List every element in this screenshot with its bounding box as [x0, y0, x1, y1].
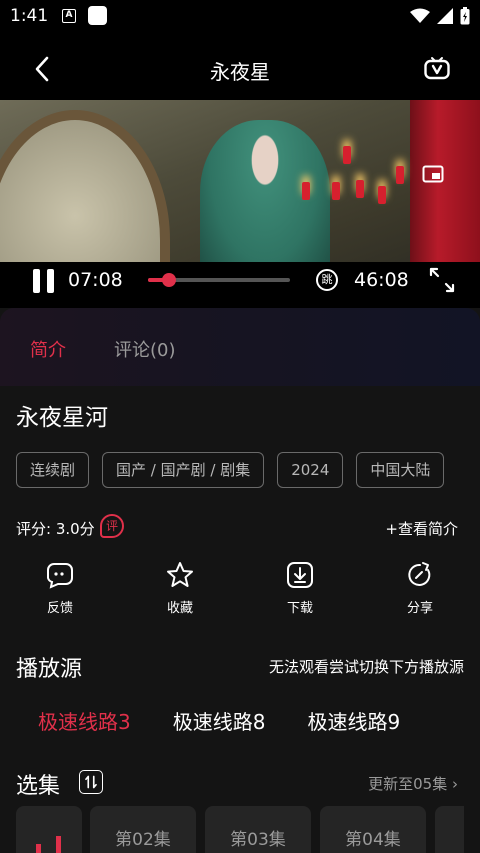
page-title: 永夜星 [210, 60, 270, 84]
current-time: 07:08 [68, 269, 123, 291]
video-scene-figure [200, 120, 330, 274]
tag[interactable]: 连续剧 [16, 452, 90, 488]
status-time: 1:41 [10, 6, 49, 26]
battery-icon [460, 7, 470, 25]
video-scene-candle [332, 182, 340, 200]
tag-list: 连续剧 国产 / 国产剧 / 剧集 2024 中国大陆 [16, 452, 445, 488]
detail-content: 永夜星河 连续剧 国产 / 国产剧 / 剧集 2024 中国大陆 评分: 3.0… [0, 386, 480, 853]
rating-text: 评分: 3.0分 [16, 520, 95, 538]
feedback-label: 反馈 [46, 601, 73, 616]
download-button[interactable]: 下载 [270, 561, 330, 616]
episodes-update[interactable]: 更新至05集 › [368, 773, 458, 794]
share-icon [408, 562, 431, 586]
feedback-icon [47, 563, 73, 589]
favorite-button[interactable]: 收藏 [150, 561, 210, 616]
video-scene-candle [378, 186, 386, 204]
pause-icon[interactable] [32, 268, 56, 294]
route-option[interactable]: 极速线路8 [173, 706, 266, 735]
tag[interactable]: 中国大陆 [356, 452, 445, 488]
episode-playing[interactable] [16, 806, 82, 853]
tabs-panel: 简介 评论(0) [0, 308, 480, 386]
episode-item[interactable]: 第 [435, 806, 464, 853]
rate-icon[interactable]: 评 [100, 514, 124, 538]
episode-item[interactable]: 第04集 [320, 806, 426, 853]
feedback-button[interactable]: 反馈 [30, 561, 90, 616]
route-option[interactable]: 极速线路3 [38, 706, 131, 735]
fullscreen-icon[interactable] [428, 266, 456, 294]
tab-comments[interactable]: 评论(0) [114, 336, 176, 362]
tag[interactable]: 2024 [277, 452, 344, 488]
source-hint: 无法观看尝试切换下方播放源 [268, 658, 464, 676]
download-label: 下载 [286, 601, 313, 616]
progress-knob[interactable] [162, 273, 177, 287]
signal-icon [437, 8, 453, 24]
picture-in-picture-icon[interactable] [422, 165, 444, 183]
tv-cast-icon[interactable] [424, 56, 450, 82]
notification-square-icon [88, 6, 107, 25]
video-scene-arch [0, 110, 170, 274]
video-scene-candle [302, 182, 310, 200]
download-icon [287, 562, 313, 588]
action-bar: 反馈 收藏 下载 分享 [0, 561, 480, 631]
video-scene-candle [396, 166, 404, 184]
sort-icon[interactable] [79, 770, 103, 794]
share-label: 分享 [406, 601, 433, 616]
progress-bar[interactable] [148, 273, 290, 287]
playing-bars-icon [36, 836, 61, 853]
status-bar: 1:41 A [0, 0, 480, 34]
player-controls: 07:08 跳 46:08 [0, 262, 480, 308]
video-scene-candle [343, 146, 351, 164]
video-player[interactable] [0, 100, 480, 274]
notification-a-icon: A [62, 9, 76, 23]
skip-intro-button[interactable]: 跳 [316, 269, 338, 291]
video-scene-curtain [410, 100, 480, 274]
episode-item[interactable]: 第02集 [90, 806, 196, 853]
tag[interactable]: 国产 / 国产剧 / 剧集 [102, 452, 265, 488]
source-title: 播放源 [16, 657, 83, 682]
episode-list: 第02集 第03集 第04集 第 [16, 806, 464, 853]
favorite-label: 收藏 [166, 601, 193, 616]
route-list: 极速线路3 极速线路8 极速线路9 [38, 706, 400, 735]
view-intro-link[interactable]: +查看简介 [385, 518, 458, 539]
wifi-icon [410, 8, 430, 23]
route-option[interactable]: 极速线路9 [307, 706, 400, 735]
star-icon [167, 562, 193, 587]
tab-intro[interactable]: 简介 [30, 336, 66, 362]
show-title: 永夜星河 [16, 405, 108, 431]
episodes-title: 选集 [16, 774, 61, 799]
top-bar: 永夜星 [0, 34, 480, 100]
share-button[interactable]: 分享 [390, 561, 450, 616]
episode-item[interactable]: 第03集 [205, 806, 311, 853]
total-time: 46:08 [354, 269, 409, 291]
video-scene-candle [356, 180, 364, 198]
status-icons [410, 7, 470, 25]
